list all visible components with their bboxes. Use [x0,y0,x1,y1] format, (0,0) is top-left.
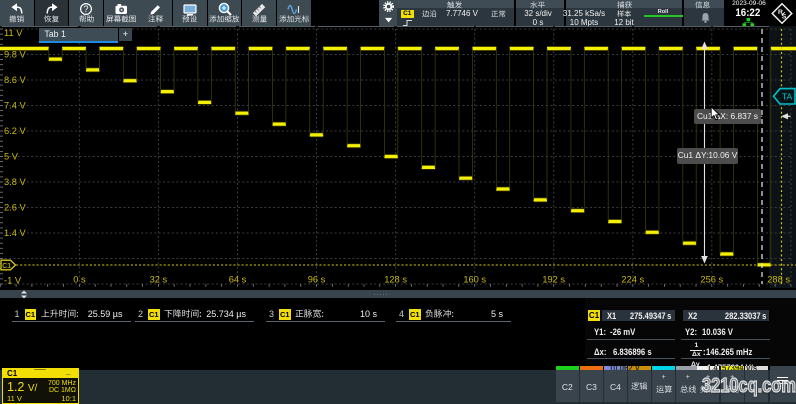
svg-text:5 V: 5 V [4,152,19,162]
svg-text:128 s: 128 s [384,274,407,284]
svg-text:0 s: 0 s [73,274,86,284]
svg-text:7.4 V: 7.4 V [4,101,27,111]
svg-text:224 s: 224 s [621,274,644,284]
svg-text:TA: TA [782,92,793,102]
svg-text:C1: C1 [2,263,11,270]
svg-text:-1 V: -1 V [4,276,22,286]
svg-text:160 s: 160 s [463,274,486,284]
svg-text:3.8 V: 3.8 V [4,177,27,187]
svg-text:192 s: 192 s [542,274,565,284]
svg-text:2.6 V: 2.6 V [4,203,27,213]
svg-text:256 s: 256 s [700,274,723,284]
svg-text:9.8 V: 9.8 V [4,50,27,60]
svg-text:1.4 V: 1.4 V [4,228,27,238]
svg-text:96 s: 96 s [308,274,326,284]
svg-text:64 s: 64 s [229,274,247,284]
svg-text:288 s: 288 s [767,274,790,284]
svg-text:32 s: 32 s [150,274,168,284]
svg-text:6.2 V: 6.2 V [4,126,27,136]
svg-text:8.6 V: 8.6 V [4,75,27,85]
svg-text:11 V: 11 V [4,28,23,38]
